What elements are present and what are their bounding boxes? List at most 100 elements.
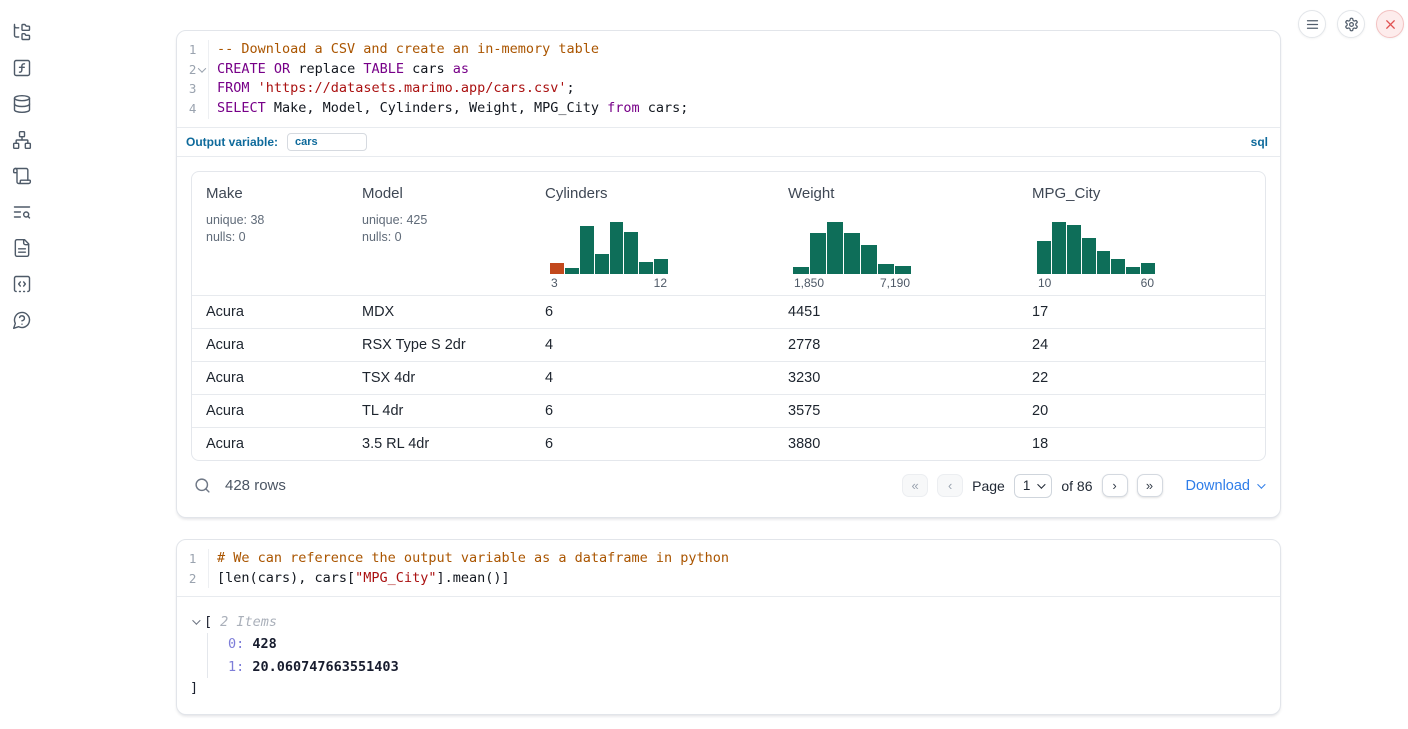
window-controls — [1298, 10, 1404, 38]
axis-max-label: 60 — [1141, 276, 1154, 290]
chevron-down-icon — [192, 617, 200, 625]
table-cell: TSX 4dr — [348, 370, 531, 386]
table-cell: RSX Type S 2dr — [348, 337, 531, 353]
download-button[interactable]: Download — [1186, 478, 1264, 494]
table-cell: 6 — [531, 304, 774, 320]
tree-entry: 1: 20.060747663551403 — [228, 656, 1266, 679]
table-cell: Acura — [192, 403, 348, 419]
page-select[interactable]: 1 — [1014, 474, 1053, 498]
table-header: Makeunique: 38nulls: 0Modelunique: 425nu… — [192, 172, 1265, 295]
python-cell-output: [ 2 Items 0: 4281: 20.060747663551403 ] — [177, 596, 1280, 714]
snippets-icon[interactable] — [12, 274, 32, 294]
sql-language-badge: sql — [1251, 135, 1268, 149]
table-cell: 2778 — [774, 337, 1018, 353]
table-cell: 20 — [1018, 403, 1265, 419]
data-table: Makeunique: 38nulls: 0Modelunique: 425nu… — [191, 171, 1266, 461]
next-page-button[interactable]: › — [1102, 474, 1128, 497]
histogram-bar — [639, 262, 653, 274]
column-header-model[interactable]: Modelunique: 425nulls: 0 — [348, 172, 531, 295]
code-line[interactable]: 4SELECT Make, Model, Cylinders, Weight, … — [177, 99, 1280, 119]
axis-min-label: 3 — [551, 276, 558, 290]
database-icon[interactable] — [12, 94, 32, 114]
python-cell: 1# We can reference the output variable … — [176, 539, 1281, 715]
line-number: 3 — [177, 79, 196, 99]
function-icon[interactable] — [12, 58, 32, 78]
table-cell: 3230 — [774, 370, 1018, 386]
line-number: 1 — [177, 549, 196, 569]
line-number: 1 — [177, 40, 196, 60]
shutdown-close-icon[interactable] — [1376, 10, 1404, 38]
histogram-bar — [1097, 251, 1111, 274]
line-number: 2 — [177, 60, 196, 80]
column-name: Cylinders — [545, 185, 774, 202]
tree-value: 20.060747663551403 — [244, 659, 398, 675]
table-cell: 18 — [1018, 436, 1265, 452]
table-row[interactable]: AcuraTL 4dr6357520 — [192, 394, 1265, 427]
histogram-bar — [844, 233, 860, 274]
tree-open-bracket: [ — [204, 611, 212, 633]
notebook: 1-- Download a CSV and create an in-memo… — [176, 30, 1281, 715]
column-stats: unique: 38nulls: 0 — [206, 212, 348, 246]
histogram-bar — [610, 222, 624, 274]
row-count: 428 rows — [225, 477, 286, 494]
code-text: SELECT Make, Model, Cylinders, Weight, M… — [209, 99, 688, 119]
code-line[interactable]: 3 FROM 'https://datasets.marimo.app/cars.… — [177, 79, 1280, 99]
table-cell: 6 — [531, 403, 774, 419]
histogram-bar — [550, 263, 564, 274]
histogram-bar — [1141, 263, 1155, 274]
chevron-down-icon — [1257, 480, 1265, 488]
code-line[interactable]: 2 [len(cars), cars["MPG_City"].mean()] — [177, 569, 1280, 589]
last-page-button[interactable]: » — [1137, 474, 1163, 497]
first-page-button[interactable]: « — [902, 474, 928, 497]
table-cell: Acura — [192, 337, 348, 353]
file-tree-icon[interactable] — [12, 22, 32, 42]
table-cell: Acura — [192, 370, 348, 386]
table-row[interactable]: Acura3.5 RL 4dr6388018 — [192, 427, 1265, 460]
table-row[interactable]: AcuraTSX 4dr4323022 — [192, 361, 1265, 394]
output-variable-label: Output variable: — [186, 135, 278, 149]
histogram-bar — [1052, 222, 1066, 274]
table-cell: 3880 — [774, 436, 1018, 452]
histogram-bar — [1111, 259, 1125, 274]
sql-code-editor[interactable]: 1-- Download a CSV and create an in-memo… — [177, 31, 1280, 127]
settings-gear-icon[interactable] — [1337, 10, 1365, 38]
column-stats: unique: 425nulls: 0 — [362, 212, 531, 246]
scroll-log-icon[interactable] — [12, 166, 32, 186]
menu-icon[interactable] — [1298, 10, 1326, 38]
table-cell: 24 — [1018, 337, 1265, 353]
column-header-mpg_city[interactable]: MPG_City1060 — [1018, 172, 1265, 295]
histogram-bar — [1126, 267, 1140, 274]
column-header-weight[interactable]: Weight1,8507,190 — [774, 172, 1018, 295]
column-header-cylinders[interactable]: Cylinders312 — [531, 172, 774, 295]
column-header-make[interactable]: Makeunique: 38nulls: 0 — [192, 172, 348, 295]
python-code-editor[interactable]: 1# We can reference the output variable … — [177, 540, 1280, 596]
code-text: [len(cars), cars["MPG_City"].mean()] — [209, 569, 510, 589]
histogram-bar — [810, 233, 826, 274]
dependency-graph-icon[interactable] — [12, 130, 32, 150]
document-icon[interactable] — [12, 238, 32, 258]
histogram-bar — [793, 267, 809, 274]
prev-page-button[interactable]: ‹ — [937, 474, 963, 497]
histogram-bar — [1082, 238, 1096, 274]
table-row[interactable]: AcuraMDX6445117 — [192, 295, 1265, 328]
output-variable-input[interactable] — [287, 133, 367, 151]
page-label: Page — [972, 478, 1005, 494]
search-icon[interactable] — [194, 477, 211, 494]
chevron-down-icon — [1038, 480, 1046, 488]
line-number: 2 — [177, 569, 196, 589]
tree-root[interactable]: [ 2 Items — [190, 611, 1266, 633]
code-text: FROM 'https://datasets.marimo.app/cars.c… — [209, 79, 575, 99]
table-row[interactable]: AcuraRSX Type S 2dr4277824 — [192, 328, 1265, 361]
column-name: Weight — [788, 185, 1018, 202]
fold-chevron-icon[interactable] — [198, 64, 206, 72]
code-line[interactable]: 1-- Download a CSV and create an in-memo… — [177, 40, 1280, 60]
table-cell: 4451 — [774, 304, 1018, 320]
table-cell: 3.5 RL 4dr — [348, 436, 531, 452]
histogram-bar — [827, 222, 843, 274]
help-icon[interactable] — [12, 310, 32, 330]
code-line[interactable]: 2CREATE OR replace TABLE cars as — [177, 60, 1280, 80]
histogram-bar — [595, 254, 609, 274]
code-line[interactable]: 1# We can reference the output variable … — [177, 549, 1280, 569]
search-logs-icon[interactable] — [12, 202, 32, 222]
histogram-bar — [565, 268, 579, 274]
